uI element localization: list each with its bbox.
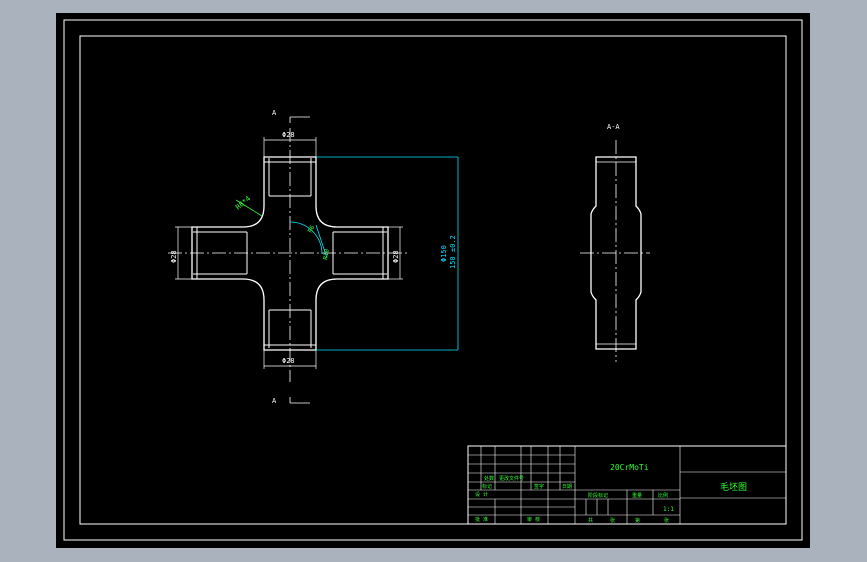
section-view-label: A-A <box>607 123 620 131</box>
drawing-name: 毛坯图 <box>720 481 747 493</box>
stage-header-mark: 阶段标记 <box>588 492 608 499</box>
sheet-index: 第 <box>635 517 640 524</box>
dim-arm-left: Φ28 <box>170 250 178 263</box>
sheet-total: 共 <box>588 517 593 524</box>
row-label-change-doc: 更改文件号 <box>499 475 524 482</box>
dim-arm-top: Φ28 <box>282 131 295 139</box>
role-approve: 批 准 <box>475 516 488 523</box>
material-label: 20CrMoTi <box>610 463 649 472</box>
stage-header-scale: 比例 <box>658 492 668 499</box>
cad-drawing: A A Φ28 Φ28 Φ28 Φ28 R8*4 R6 R10 Φ150 150… <box>56 13 810 548</box>
sheet-index-unit: 张 <box>664 517 669 524</box>
stage-header-weight: 重量 <box>632 492 642 499</box>
role-design: 设 计 <box>475 491 488 498</box>
dim-overall-1: Φ150 <box>440 245 448 262</box>
sheet-total-unit: 张 <box>610 517 615 524</box>
row-label-date: 日期 <box>562 484 572 490</box>
dim-arm-right: Φ28 <box>392 250 400 263</box>
row-label-sign: 签字 <box>534 483 544 490</box>
scale-value: 1:1 <box>663 506 674 513</box>
row-label-mark: 标记 <box>482 483 492 490</box>
dim-arm-bottom: Φ28 <box>282 357 295 365</box>
row-label-count: 处数 <box>484 475 494 482</box>
drawing-canvas <box>56 13 810 548</box>
dim-overall-2: 150 ±0.2 <box>449 235 457 269</box>
role-review: 审 核 <box>527 516 540 523</box>
